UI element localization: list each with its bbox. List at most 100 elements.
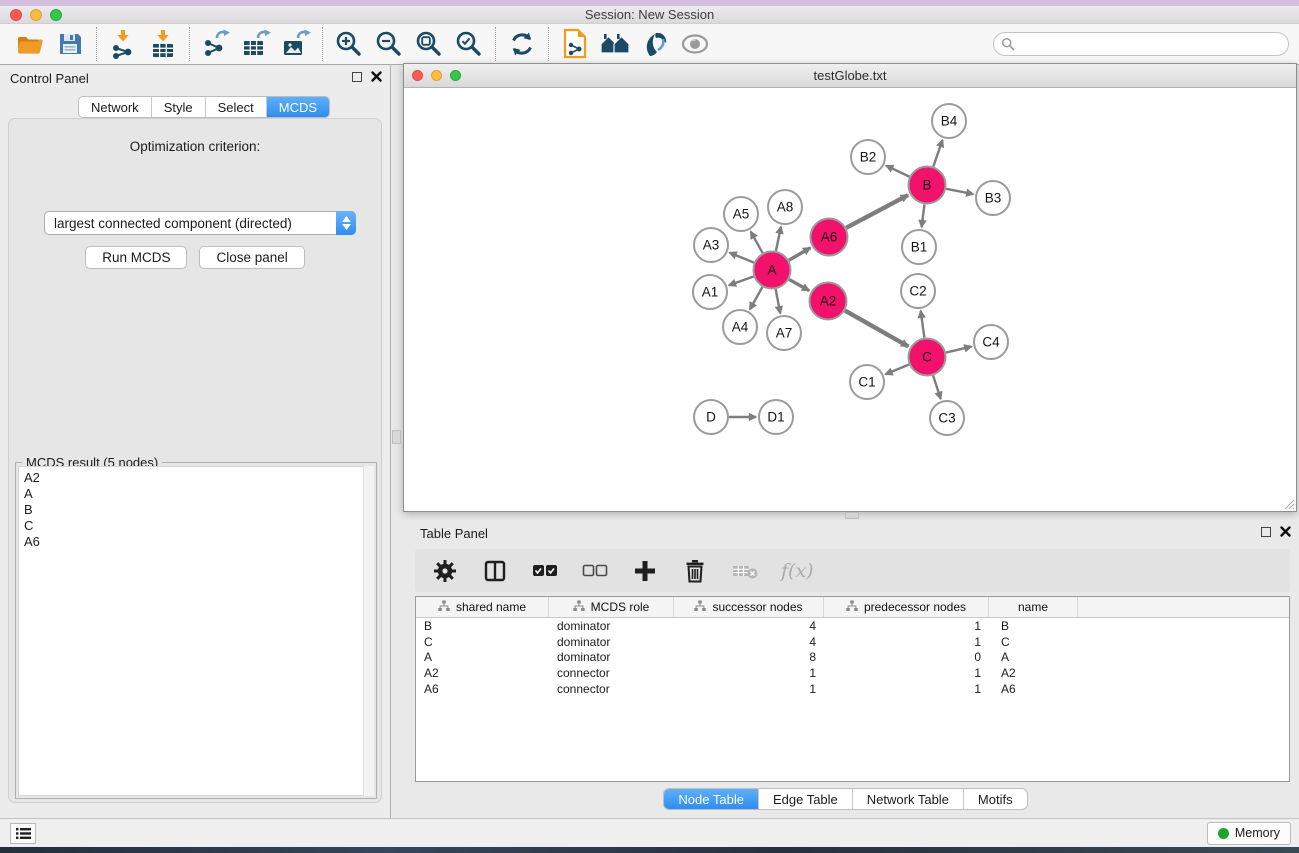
home-icon[interactable] (595, 26, 635, 62)
zoom-fit-icon[interactable] (409, 26, 449, 62)
zoom-out-icon[interactable] (369, 26, 409, 62)
column-header-MCDS-role[interactable]: MCDS role (549, 597, 674, 617)
graph-node-C2[interactable]: C2 (901, 274, 935, 308)
graph-node-A4[interactable]: A4 (723, 310, 757, 344)
column-header-name[interactable]: name (989, 597, 1078, 617)
graph-edge-A6-B[interactable] (846, 195, 908, 228)
graph-node-A2[interactable]: A2 (810, 283, 847, 320)
column-header-predecessor-nodes[interactable]: predecessor nodes (824, 597, 989, 617)
table-cell[interactable]: A (416, 650, 549, 664)
export-image-icon[interactable] (276, 26, 316, 62)
window-resize-grip[interactable] (1281, 496, 1295, 510)
graph-node-A8[interactable]: A8 (768, 190, 802, 224)
open-session-icon[interactable] (10, 26, 50, 62)
style-icon[interactable] (635, 26, 675, 62)
table-cell[interactable]: 4 (674, 635, 824, 649)
table-row[interactable]: Bdominator41B (416, 618, 1289, 634)
search-input[interactable] (993, 32, 1289, 56)
graph-edge-A-A2[interactable] (789, 279, 809, 290)
splitpane-handle-vertical[interactable] (392, 430, 401, 444)
app-titlebar[interactable]: Session: New Session (0, 6, 1299, 23)
graph-node-C3[interactable]: C3 (930, 401, 964, 435)
table-cell[interactable]: dominator (549, 619, 674, 633)
table-cell[interactable]: A6 (416, 682, 549, 696)
graph-edge-A-A1[interactable] (729, 277, 754, 286)
close-panel-button[interactable]: Close panel (199, 246, 304, 269)
table-cell[interactable]: connector (549, 682, 674, 696)
graph-edge-A-A6[interactable] (789, 248, 811, 260)
graph-node-A6[interactable]: A6 (811, 219, 848, 256)
table-cell[interactable]: connector (549, 666, 674, 680)
tab-network-table[interactable]: Network Table (853, 789, 964, 809)
tab-style[interactable]: Style (152, 97, 206, 117)
task-history-button[interactable] (10, 823, 36, 844)
graph-node-C[interactable]: C (909, 339, 946, 376)
graph-edge-B-B2[interactable] (886, 166, 909, 177)
table-cell[interactable]: B (989, 619, 1078, 633)
network-window-titlebar[interactable]: testGlobe.txt (404, 64, 1296, 88)
graph-node-C1[interactable]: C1 (850, 365, 884, 399)
tab-network[interactable]: Network (79, 97, 152, 117)
column-view-icon[interactable] (481, 556, 509, 586)
save-session-icon[interactable] (50, 26, 90, 62)
import-network-icon[interactable] (103, 26, 143, 62)
add-column-icon[interactable] (631, 556, 659, 586)
tab-select[interactable]: Select (206, 97, 267, 117)
graph-edge-A-A4[interactable] (750, 287, 763, 310)
delete-table-icon[interactable] (731, 556, 759, 586)
list-item[interactable]: A2 (19, 470, 364, 486)
table-cell[interactable]: 8 (674, 650, 824, 664)
graph-node-A7[interactable]: A7 (767, 316, 801, 350)
graph-edge-B-B4[interactable] (933, 140, 942, 167)
refresh-layout-icon[interactable] (502, 26, 542, 62)
graph-edge-C-C1[interactable] (885, 365, 909, 375)
graph-node-B3[interactable]: B3 (976, 181, 1010, 215)
function-builder-icon[interactable]: f(x) (781, 560, 814, 582)
tab-edge-table[interactable]: Edge Table (759, 789, 853, 809)
graph-node-B[interactable]: B (909, 167, 946, 204)
table-cell[interactable]: 1 (674, 682, 824, 696)
network-view-window[interactable]: testGlobe.txt B4B2BB3A5A8A6A3B1AA1C2A2A4… (403, 63, 1297, 512)
table-cell[interactable]: 1 (824, 635, 989, 649)
list-item[interactable]: C (19, 518, 364, 534)
table-cell[interactable]: dominator (549, 635, 674, 649)
graph-edge-B-B1[interactable] (922, 204, 925, 227)
graph-edge-C-C2[interactable] (921, 311, 925, 338)
zoom-in-icon[interactable] (329, 26, 369, 62)
table-cell[interactable]: 1 (674, 666, 824, 680)
tab-node-table[interactable]: Node Table (664, 789, 759, 809)
graph-edge-A-A3[interactable] (730, 253, 754, 263)
settings-gear-icon[interactable] (431, 556, 459, 586)
column-header-shared-name[interactable]: shared name (416, 597, 549, 617)
graph-node-B2[interactable]: B2 (851, 140, 885, 174)
run-mcds-button[interactable]: Run MCDS (85, 246, 187, 269)
zoom-selected-icon[interactable] (449, 26, 489, 62)
tab-motifs[interactable]: Motifs (964, 789, 1027, 809)
tab-mcds[interactable]: MCDS (267, 97, 329, 117)
node-table[interactable]: shared nameMCDS rolesuccessor nodesprede… (415, 596, 1290, 782)
graph-node-A1[interactable]: A1 (693, 275, 727, 309)
mcds-result-list[interactable]: A2ABCA6 (18, 466, 365, 796)
table-cell[interactable]: B (416, 619, 549, 633)
graph-edge-A2-C[interactable] (845, 311, 908, 347)
graph-node-A[interactable]: A (754, 252, 791, 289)
table-row[interactable]: Adominator80A (416, 650, 1289, 666)
graph-node-C4[interactable]: C4 (974, 325, 1008, 359)
column-header-successor-nodes[interactable]: successor nodes (674, 597, 824, 617)
table-cell[interactable]: 4 (674, 619, 824, 633)
table-cell[interactable]: dominator (549, 650, 674, 664)
import-table-icon[interactable] (143, 26, 183, 62)
network-file-icon[interactable] (555, 26, 595, 62)
network-canvas[interactable]: B4B2BB3A5A8A6A3B1AA1C2A2A4A7C4CC1DD1C3 (404, 88, 1296, 511)
eye-icon[interactable] (675, 26, 715, 62)
graph-node-B1[interactable]: B1 (902, 230, 936, 264)
table-cell[interactable]: A6 (989, 682, 1078, 696)
close-panel-icon[interactable] (371, 71, 382, 82)
graph-edge-A-A7[interactable] (776, 289, 781, 313)
graph-edge-A-A8[interactable] (776, 227, 781, 251)
table-cell[interactable]: 0 (824, 650, 989, 664)
select-all-icon[interactable] (531, 556, 559, 586)
table-cell[interactable]: C (989, 635, 1078, 649)
memory-button[interactable]: Memory (1207, 822, 1291, 845)
table-row[interactable]: Cdominator41C (416, 634, 1289, 650)
